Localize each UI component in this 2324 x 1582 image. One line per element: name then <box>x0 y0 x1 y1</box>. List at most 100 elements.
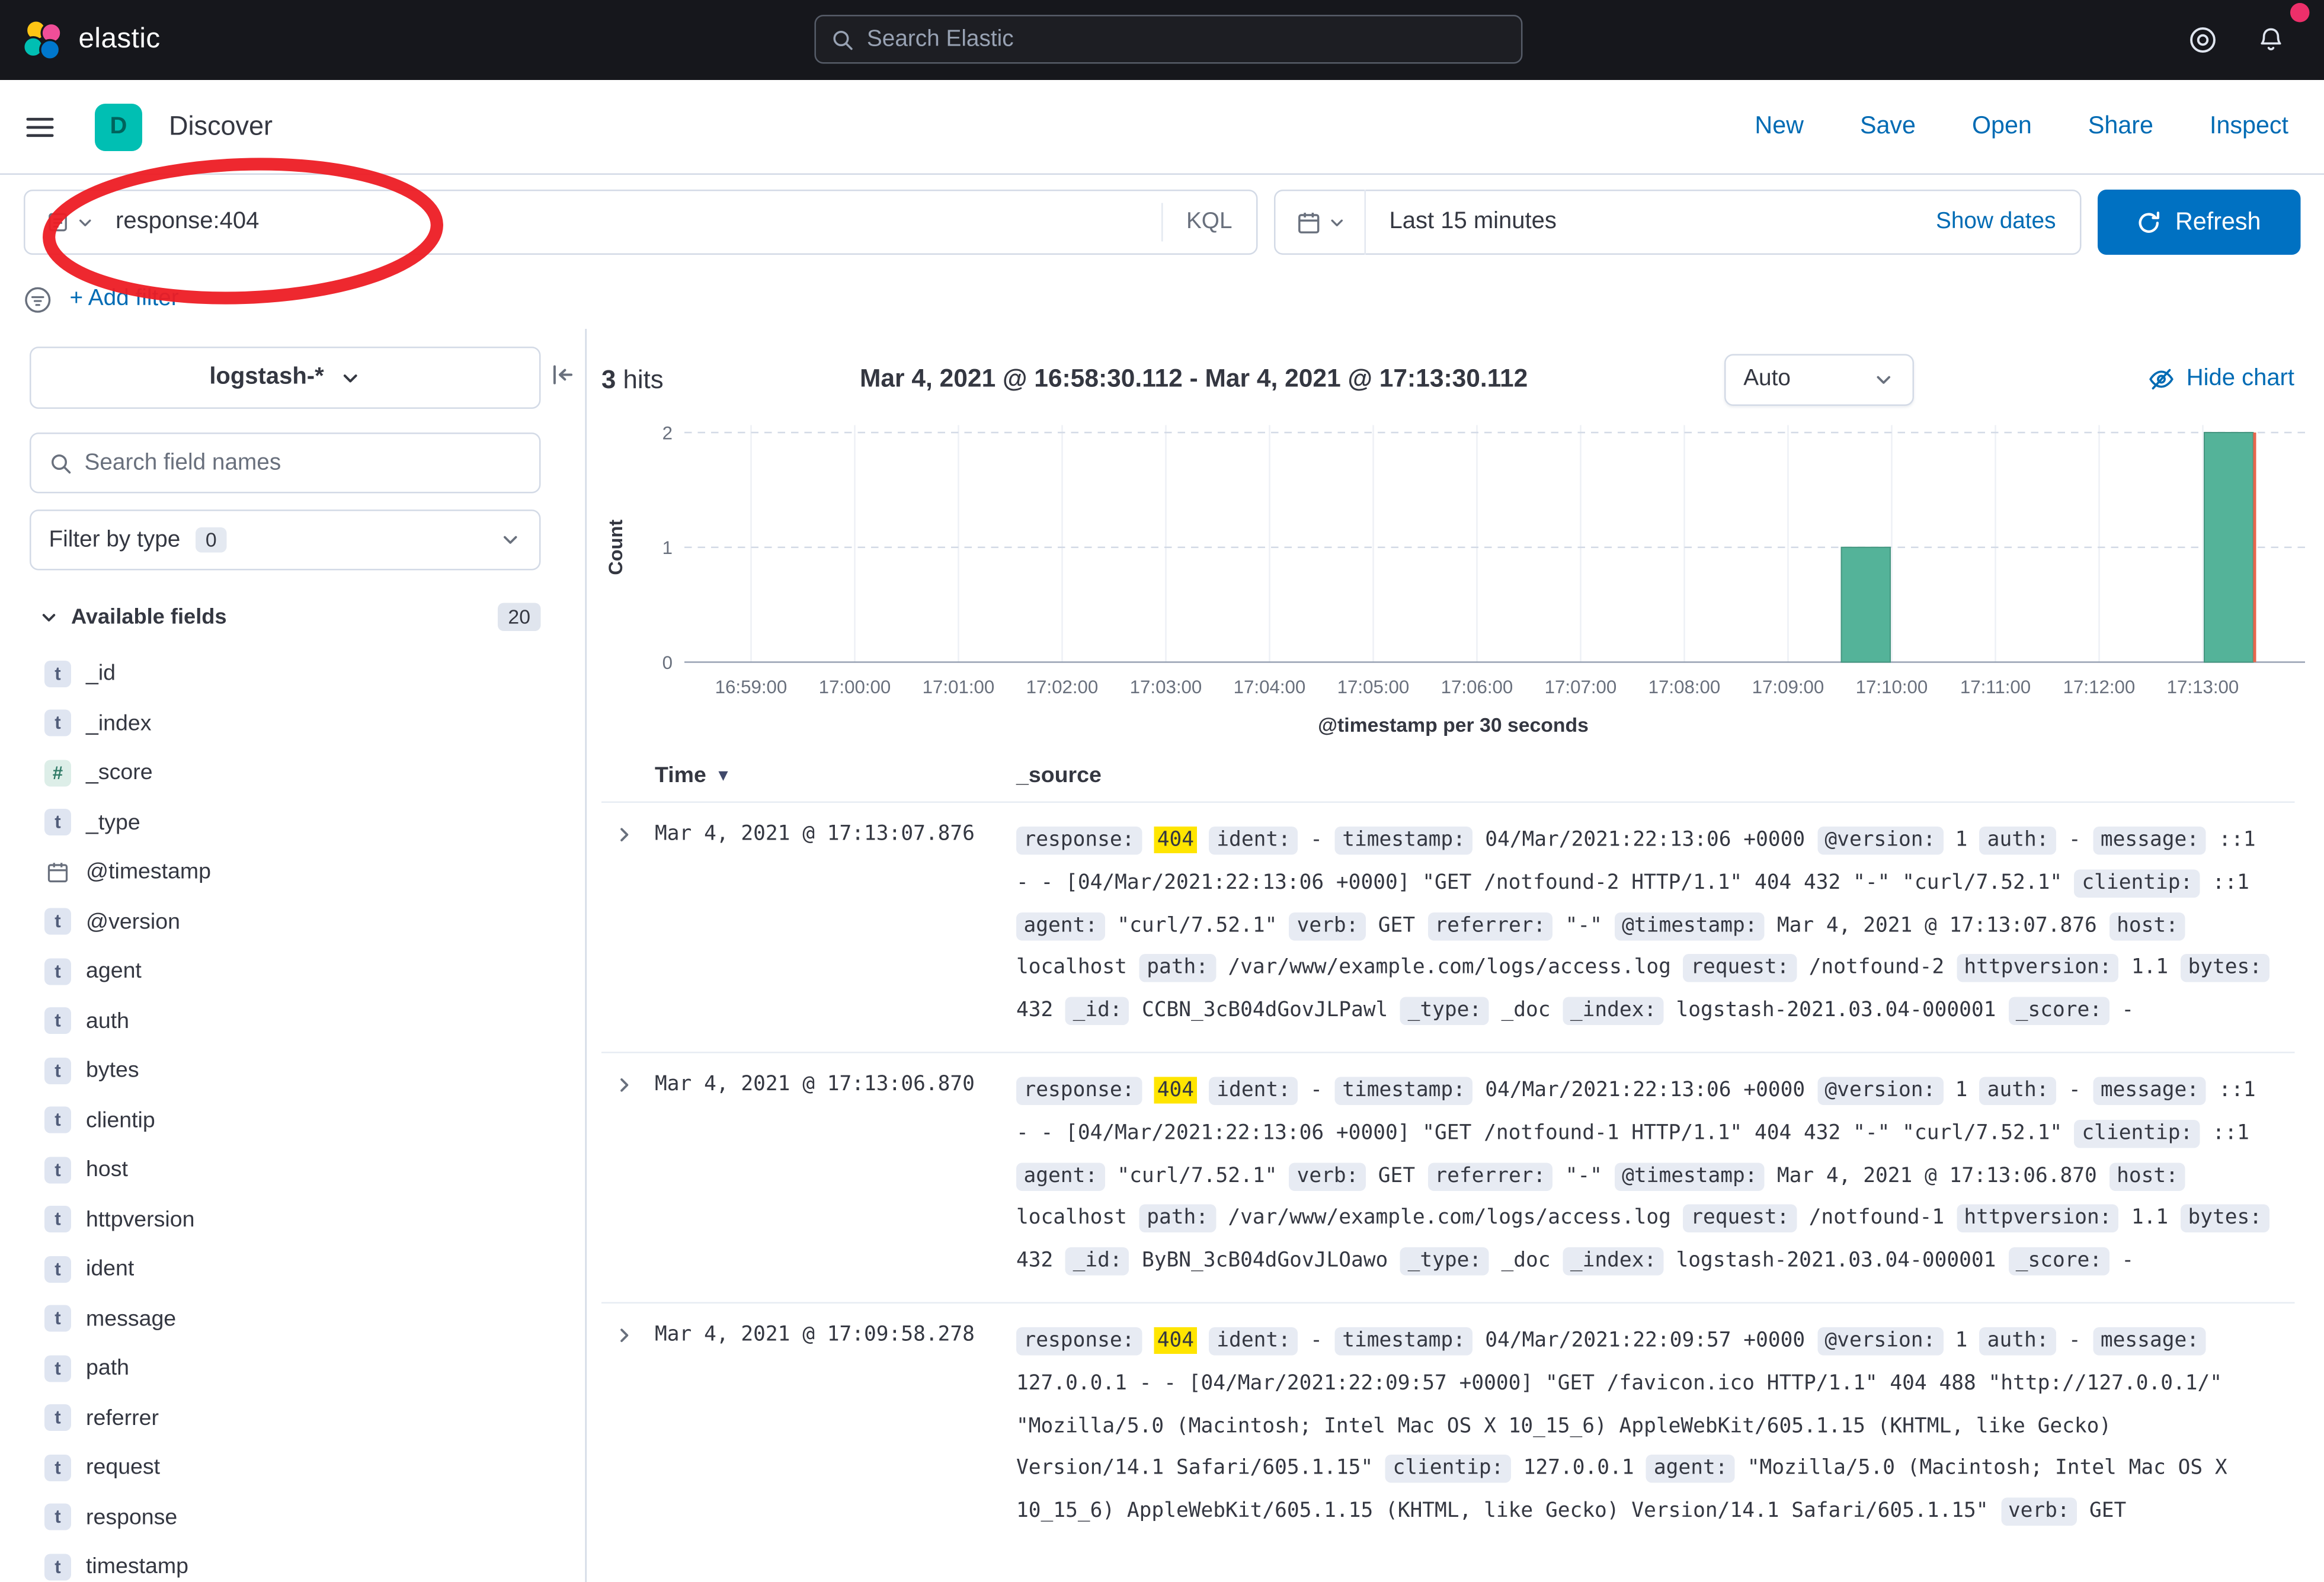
field-item-bytes[interactable]: tbytes <box>30 1046 556 1096</box>
elastic-home-link[interactable]: elastic <box>21 18 161 62</box>
inspect-button[interactable]: Inspect <box>2210 113 2288 141</box>
interval-select[interactable]: Auto <box>1724 353 1914 405</box>
index-pattern-select[interactable]: logstash-* <box>30 347 541 409</box>
new-button[interactable]: New <box>1755 113 1804 141</box>
histogram-bar[interactable] <box>2204 433 2253 662</box>
share-button[interactable]: Share <box>2088 113 2153 141</box>
saved-query-menu-button[interactable] <box>25 210 110 234</box>
field-search[interactable] <box>30 433 541 494</box>
source-field-value: GET <box>2089 1499 2126 1523</box>
source-field-value: logstash-2021.03.04-000001 <box>1676 1249 1996 1273</box>
field-item-message[interactable]: tmessage <box>30 1294 556 1344</box>
source-field-key: referrer: <box>1427 1162 1553 1190</box>
available-fields-header[interactable]: Available fields 20 <box>30 603 541 632</box>
source-field-value: /var/www/example.com/logs/access.log <box>1228 1206 1671 1230</box>
histogram-bar[interactable] <box>1842 547 1891 662</box>
source-field-value: 04/Mar/2021:22:13:06 +0000 <box>1485 1078 1805 1102</box>
field-search-input[interactable] <box>85 450 522 476</box>
hide-chart-button[interactable]: Hide chart <box>2148 366 2294 393</box>
show-dates-button[interactable]: Show dates <box>1936 209 2056 236</box>
query-language-button[interactable]: KQL <box>1161 203 1256 242</box>
doc-timestamp: Mar 4, 2021 @ 17:13:07.876 <box>655 822 975 846</box>
svg-text:1: 1 <box>662 537 673 558</box>
help-icon[interactable] <box>2188 25 2217 55</box>
alerts-bell-icon[interactable] <box>2256 25 2285 55</box>
quick-select-button[interactable] <box>1275 210 1364 235</box>
source-field-key: ident: <box>1209 827 1298 855</box>
source-field-value: ::1 <box>2213 1121 2249 1145</box>
text-type-icon: t <box>44 1206 71 1233</box>
field-item-_id[interactable]: t_id <box>30 649 556 699</box>
save-button[interactable]: Save <box>1860 113 1916 141</box>
source-field-key: @version: <box>1817 1327 1943 1356</box>
field-item-ident[interactable]: tident <box>30 1244 556 1294</box>
field-item-@timestamp[interactable]: @timestamp <box>30 847 556 897</box>
source-field-value: - <box>2121 1249 2134 1273</box>
field-item-path[interactable]: tpath <box>30 1344 556 1394</box>
x-axis-title: @timestamp per 30 seconds <box>601 714 2305 736</box>
source-field-key: verb: <box>1289 912 1366 940</box>
source-field-key: host: <box>2109 1162 2186 1190</box>
source-field-key: path: <box>1139 1205 1216 1233</box>
field-item-timestamp[interactable]: ttimestamp <box>30 1542 556 1582</box>
field-item-httpversion[interactable]: thttpversion <box>30 1194 556 1244</box>
svg-text:17:02:00: 17:02:00 <box>1026 677 1099 697</box>
open-button[interactable]: Open <box>1972 113 2032 141</box>
brand-name: elastic <box>79 24 161 56</box>
filter-by-type-button[interactable]: Filter by type 0 <box>30 510 541 571</box>
text-type-icon: t <box>44 710 71 736</box>
sort-descending-icon[interactable]: ▼ <box>715 767 731 784</box>
global-search[interactable] <box>815 15 1523 64</box>
field-name: _index <box>86 710 152 736</box>
field-item-response[interactable]: tresponse <box>30 1493 556 1542</box>
hits-number: 3 <box>601 364 616 393</box>
query-bar: KQL Last 15 minutes Show dates Refresh <box>0 175 2324 270</box>
field-item-referrer[interactable]: treferrer <box>30 1393 556 1443</box>
query-input[interactable] <box>110 209 1161 236</box>
filter-by-type-label: Filter by type <box>49 527 181 553</box>
field-item-request[interactable]: trequest <box>30 1443 556 1493</box>
filter-list-icon[interactable] <box>24 285 52 313</box>
source-field-value: localhost <box>1016 956 1127 979</box>
expand-row-button[interactable] <box>613 1324 636 1347</box>
time-range-display: Mar 4, 2021 @ 16:58:30.112 - Mar 4, 2021… <box>860 364 1528 394</box>
source-field-value: 1 <box>1955 1328 1968 1352</box>
source-field-value: 404 <box>1154 1077 1197 1103</box>
refresh-button[interactable]: Refresh <box>2097 190 2300 255</box>
field-item-host[interactable]: thost <box>30 1145 556 1195</box>
expand-row-button[interactable] <box>613 1074 636 1096</box>
field-name: bytes <box>86 1058 139 1084</box>
field-item-_type[interactable]: t_type <box>30 798 556 847</box>
source-field-key: request: <box>1683 955 1797 983</box>
text-type-icon: t <box>44 1305 71 1332</box>
field-item-clientip[interactable]: tclientip <box>30 1096 556 1145</box>
source-field-key: ident: <box>1209 1077 1298 1105</box>
filter-bar: + Add filter <box>0 270 2324 329</box>
source-field-value: ::1 <box>2213 870 2249 894</box>
field-item-_score[interactable]: #_score <box>30 748 556 798</box>
source-field-key: timestamp: <box>1335 1327 1473 1356</box>
notification-dot <box>2290 3 2309 23</box>
svg-text:17:10:00: 17:10:00 <box>1856 677 1928 697</box>
field-item-agent[interactable]: tagent <box>30 947 556 997</box>
chevron-down-icon <box>76 213 95 232</box>
add-filter-button[interactable]: + Add filter <box>70 286 179 313</box>
field-item-_index[interactable]: t _index <box>30 699 556 748</box>
source-field-value: 404 <box>1154 827 1197 853</box>
menu-hamburger-icon[interactable] <box>24 110 56 143</box>
expand-row-button[interactable] <box>613 824 636 846</box>
time-range-button[interactable]: Last 15 minutes <box>1389 209 1556 236</box>
histogram-chart[interactable]: 16:59:0017:00:0017:01:0017:02:0017:03:00… <box>601 421 2305 705</box>
collapse-sidebar-button[interactable] <box>550 361 577 388</box>
global-search-input[interactable] <box>867 26 1507 53</box>
number-type-icon: # <box>44 760 71 786</box>
source-field-value: - <box>1310 1078 1323 1102</box>
svg-text:16:59:00: 16:59:00 <box>715 677 788 697</box>
chevron-down-icon <box>500 529 522 552</box>
discover-app-badge[interactable]: D <box>95 103 142 150</box>
table-row: Mar 4, 2021 @ 17:13:06.870response: 404 … <box>601 1052 2294 1302</box>
field-item-auth[interactable]: tauth <box>30 996 556 1046</box>
field-item-@version[interactable]: t@version <box>30 897 556 947</box>
source-field-value: "curl/7.52.1" <box>1117 913 1277 937</box>
time-column-header[interactable]: Time ▼ <box>655 763 1016 789</box>
